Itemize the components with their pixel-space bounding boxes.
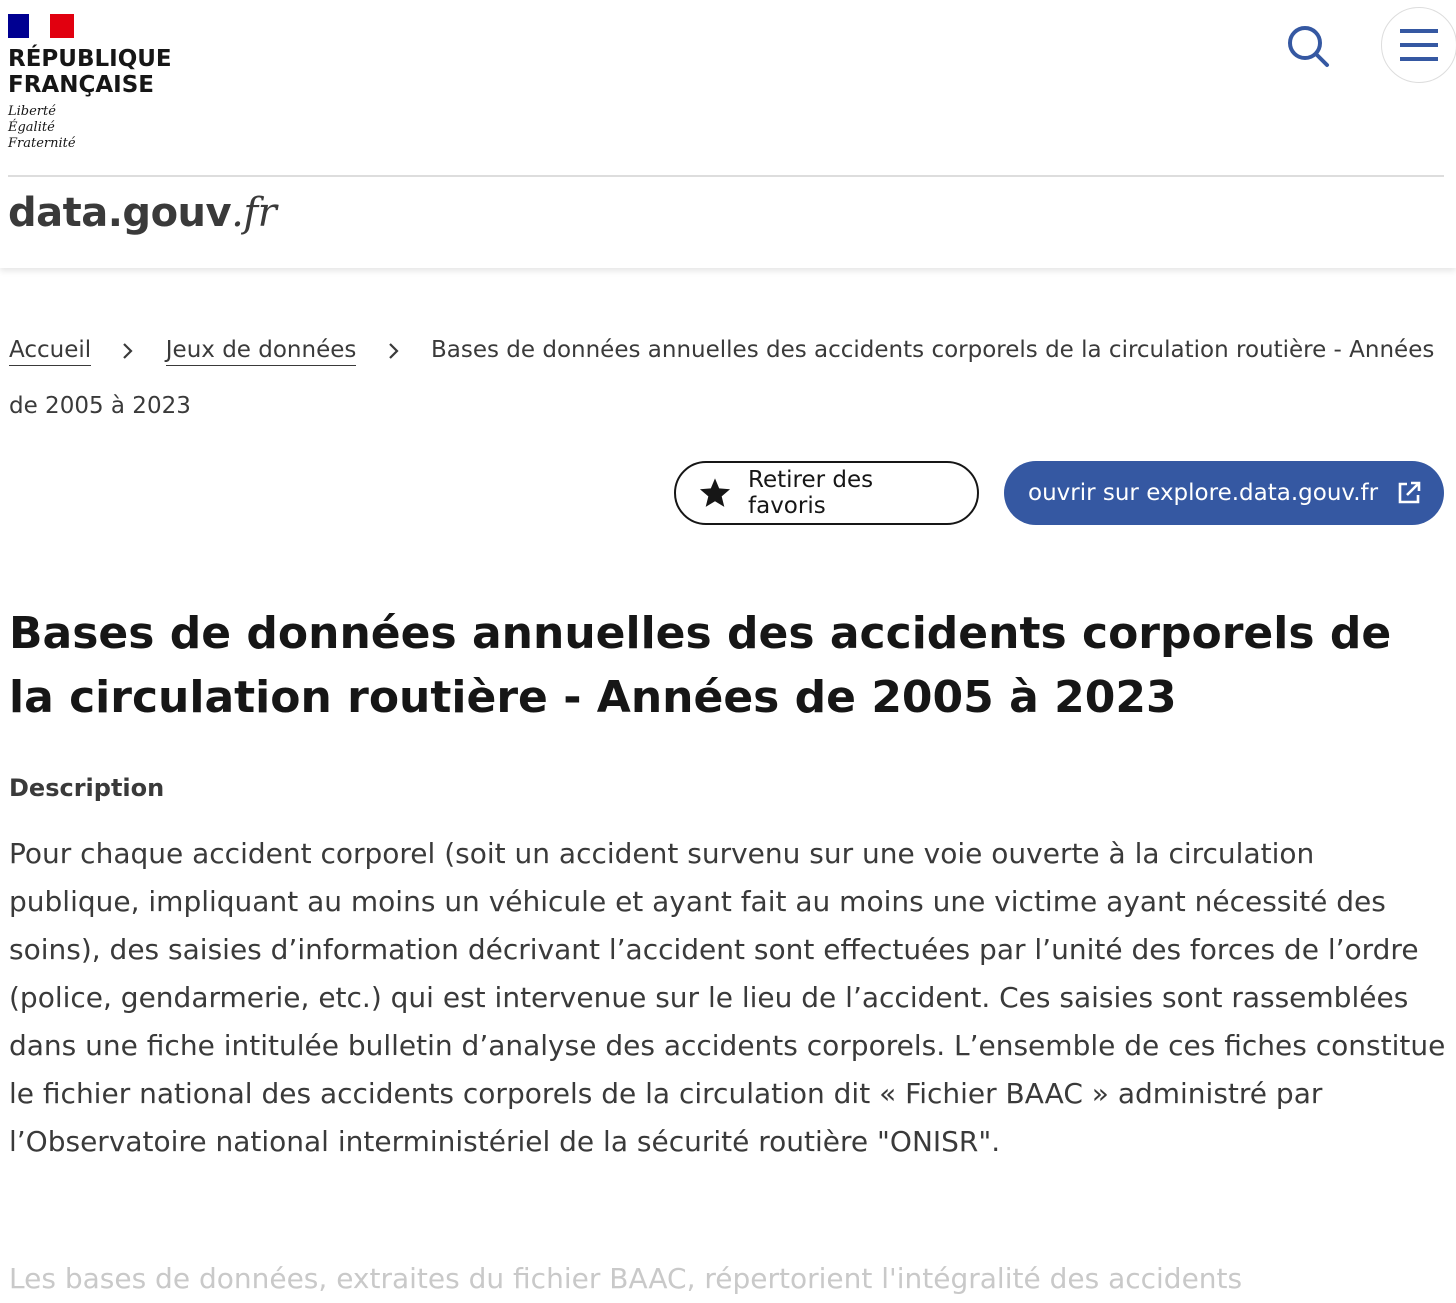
external-link-icon xyxy=(1398,481,1421,504)
chevron-right-icon xyxy=(364,322,424,378)
motto-fraternite: Fraternité xyxy=(8,136,76,151)
page-title: Bases de données annuelles des accidents… xyxy=(9,608,1392,723)
star-icon xyxy=(698,477,732,509)
brand-main: data.gouv xyxy=(8,190,232,236)
republic-line-1: RÉPUBLIQUE xyxy=(8,46,172,72)
description-continuation: Les bases de données, extraites du fichi… xyxy=(9,1262,1243,1295)
site-brand[interactable]: data.gouv.fr xyxy=(8,190,277,236)
republic-line-2: FRANÇAISE xyxy=(8,72,154,98)
search-button[interactable] xyxy=(1278,16,1338,76)
remove-favorite-label: Retirer des favoris xyxy=(748,467,874,519)
header-divider xyxy=(8,175,1444,177)
french-flag-icon xyxy=(8,14,74,38)
motto-egalite: Égalité xyxy=(8,120,55,135)
open-explore-label: ouvrir sur explore.data.gouv.fr xyxy=(1028,480,1379,506)
site-header: RÉPUBLIQUE FRANÇAISE Liberté Égalité Fra… xyxy=(0,0,1456,268)
open-explore-button[interactable]: ouvrir sur explore.data.gouv.fr xyxy=(1004,461,1444,525)
hamburger-menu-icon xyxy=(1400,29,1438,61)
search-icon xyxy=(1288,26,1329,67)
breadcrumb: Accueil Jeux de données Bases de données… xyxy=(9,322,1449,434)
republique-title: RÉPUBLIQUE FRANÇAISE xyxy=(8,46,172,98)
description-heading: Description xyxy=(9,774,165,802)
breadcrumb-jeux-de-donnees[interactable]: Jeux de données xyxy=(165,337,357,366)
chevron-right-icon xyxy=(98,322,158,378)
dataset-actions: Retirer des favoris ouvrir sur explore.d… xyxy=(674,461,1444,525)
brand-suffix: .fr xyxy=(231,190,277,236)
breadcrumb-accueil[interactable]: Accueil xyxy=(9,337,92,366)
description-text: Pour chaque accident corporel (soit un a… xyxy=(9,837,1446,1158)
remove-favorite-button[interactable]: Retirer des favoris xyxy=(674,461,979,525)
motto-liberte: Liberté xyxy=(8,104,56,119)
menu-button[interactable] xyxy=(1381,7,1456,83)
motto: Liberté Égalité Fraternité xyxy=(8,104,172,152)
republique-francaise-logo[interactable]: RÉPUBLIQUE FRANÇAISE Liberté Égalité Fra… xyxy=(8,14,172,152)
